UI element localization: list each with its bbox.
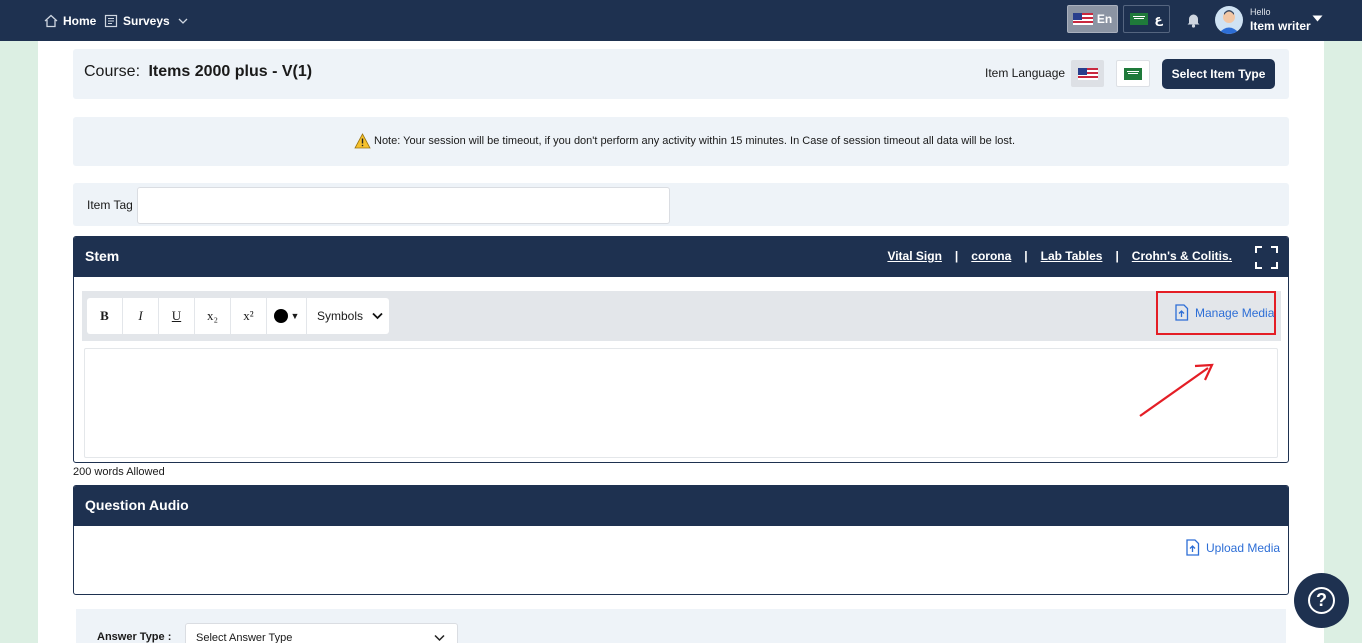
saudi-flag-icon	[1130, 13, 1149, 25]
superscript-button[interactable]: x²	[231, 298, 267, 334]
symbols-dropdown[interactable]: Symbols	[307, 298, 389, 334]
rich-text-toolbar: B I U x₂ x² ▼ Symbols	[87, 298, 389, 334]
warning-icon	[354, 133, 371, 149]
item-language-ar-button[interactable]	[1116, 60, 1150, 87]
user-menu-caret-icon[interactable]	[1312, 15, 1323, 22]
item-tag-input[interactable]	[137, 187, 670, 224]
color-swatch-icon	[273, 309, 288, 323]
language-en-button[interactable]: En	[1067, 5, 1118, 33]
item-language-en-button[interactable]	[1071, 60, 1104, 87]
user-avatar[interactable]	[1215, 6, 1243, 34]
link-separator: |	[1024, 249, 1028, 263]
user-greeting: Hello	[1250, 7, 1271, 17]
saudi-flag-icon	[1124, 67, 1142, 80]
course-label: Course:	[84, 63, 141, 80]
bold-button[interactable]: B	[87, 298, 123, 334]
session-timeout-note: Note: Your session will be timeout, if y…	[73, 117, 1289, 166]
nav-home-label: Home	[63, 13, 97, 28]
stem-title: Stem	[85, 248, 120, 264]
fullscreen-icon[interactable]	[1255, 246, 1278, 269]
chevron-down-icon	[372, 312, 383, 320]
question-audio-title: Question Audio	[85, 497, 189, 513]
italic-button[interactable]: I	[123, 298, 159, 334]
question-mark-icon: ?	[1308, 587, 1335, 614]
upload-file-icon	[1186, 539, 1200, 556]
answer-type-row: Answer Type : Select Answer Type	[76, 609, 1286, 643]
stem-editor[interactable]	[84, 348, 1278, 458]
answer-type-placeholder: Select Answer Type	[196, 632, 293, 643]
item-tag-row: Item Tag	[73, 183, 1289, 226]
answer-type-label: Answer Type :	[97, 631, 172, 643]
underline-button[interactable]: U	[159, 298, 195, 334]
course-title: Course: Items 2000 plus - V(1)	[84, 63, 312, 81]
note-text: Note: Your session will be timeout, if y…	[374, 135, 1016, 147]
word-limit-note: 200 words Allowed	[73, 466, 165, 478]
text-color-button[interactable]: ▼	[267, 298, 307, 334]
item-language-label: Item Language	[985, 66, 1066, 80]
item-tag-label: Item Tag	[87, 198, 133, 212]
link-separator: |	[1115, 249, 1119, 263]
subscript-button[interactable]: x₂	[195, 298, 231, 334]
upload-media-button[interactable]: Upload Media	[1185, 539, 1280, 556]
top-navbar: Home Surveys En ع Hello Item writer	[0, 0, 1362, 41]
link-vital-sign[interactable]: Vital Sign	[887, 249, 941, 263]
link-corona[interactable]: corona	[971, 249, 1011, 263]
course-header: Course: Items 2000 plus - V(1) Item Lang…	[73, 49, 1289, 99]
question-audio-header: Question Audio	[74, 486, 1288, 526]
nav-surveys-dropdown[interactable]: Surveys	[104, 0, 193, 41]
chevron-down-icon	[434, 634, 445, 642]
link-crohns-colitis[interactable]: Crohn's & Colitis.	[1132, 249, 1232, 263]
upload-media-label: Upload Media	[1206, 540, 1281, 555]
surveys-icon	[104, 14, 118, 27]
language-ar-button[interactable]: ع	[1123, 5, 1170, 33]
stem-header: Stem Vital Sign | corona | Lab Tables | …	[74, 237, 1288, 277]
stem-toolbar-area: B I U x₂ x² ▼ Symbols	[82, 291, 1281, 341]
question-audio-card: Question Audio	[73, 485, 1289, 595]
home-icon	[44, 14, 58, 27]
user-greeting-block[interactable]: Hello Item writer	[1250, 7, 1311, 33]
link-separator: |	[954, 249, 959, 263]
select-item-type-button[interactable]: Select Item Type	[1162, 59, 1275, 89]
language-ar-label: ع	[1154, 12, 1163, 26]
upload-file-icon	[1175, 304, 1189, 321]
help-button[interactable]: ?	[1294, 573, 1349, 628]
stem-reference-links: Vital Sign | corona | Lab Tables | Crohn…	[887, 249, 1232, 263]
stem-card: Stem Vital Sign | corona | Lab Tables | …	[73, 236, 1289, 463]
us-flag-icon	[1077, 67, 1098, 80]
notification-bell-icon[interactable]	[1186, 12, 1201, 33]
answer-type-select[interactable]: Select Answer Type	[185, 623, 458, 643]
us-flag-icon	[1072, 13, 1093, 25]
nav-home-link[interactable]: Home	[44, 0, 96, 41]
color-caret-icon: ▼	[290, 311, 300, 321]
user-name: Item writer	[1250, 19, 1311, 33]
nav-surveys-label: Surveys	[123, 13, 170, 28]
manage-media-label: Manage Media	[1195, 305, 1275, 320]
course-name: Items 2000 plus - V(1)	[148, 63, 313, 80]
chevron-down-icon	[178, 18, 188, 24]
link-lab-tables[interactable]: Lab Tables	[1041, 249, 1103, 263]
language-en-label: En	[1096, 12, 1113, 26]
manage-media-button[interactable]: Manage Media	[1174, 304, 1274, 321]
annotation-arrow-icon	[1139, 363, 1214, 417]
symbols-label: Symbols	[317, 309, 364, 323]
note-content: Note: Your session will be timeout, if y…	[354, 133, 1015, 149]
